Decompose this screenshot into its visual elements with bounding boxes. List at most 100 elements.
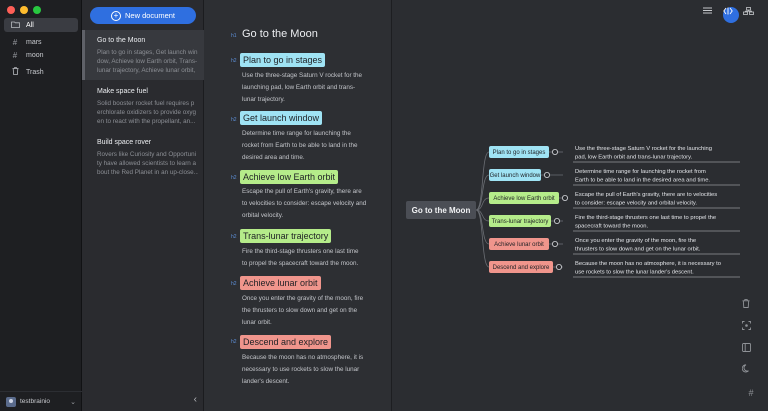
section-heading[interactable]: Get launch window [240, 111, 323, 125]
paragraph-line: lunar trajectory. [242, 96, 285, 103]
section-paragraph[interactable]: Fire the third-stage thrusters one last … [242, 246, 372, 270]
mind-map-node-label: Achieve lunar orbit [494, 242, 544, 248]
sidebar-item-moon[interactable]: # moon [4, 48, 78, 62]
sidebar-icon[interactable] [742, 343, 760, 361]
sidebar-item-label: mars [26, 38, 42, 46]
doc-card[interactable]: Make space fuel Solid booster rocket fue… [82, 88, 204, 134]
heading-level-tag: h2 [231, 234, 237, 240]
paragraph-line: Escape the pull of Earth's gravity, ther… [242, 188, 362, 195]
doc-card[interactable]: Build space rover Rovers like Curiosity … [82, 139, 204, 185]
mind-map-note-line: Earth to be able to land in the desired … [575, 178, 710, 184]
paragraph-line: Once you enter the gravity of the moon, … [242, 295, 364, 302]
hash-icon[interactable]: # [742, 384, 760, 402]
node-toggle-icon[interactable] [555, 263, 562, 270]
paragraph-line: the thrusters to slow down and get on th… [242, 307, 358, 314]
sidebar-item-label: moon [26, 51, 44, 59]
doc-preview-line: lunar trajectory, Achieve lunar orbit, [97, 67, 196, 74]
node-toggle-icon[interactable] [551, 240, 558, 247]
doc-title: Make space fuel [97, 88, 148, 95]
heading-level-tag: h2 [231, 281, 237, 287]
user-menu[interactable]: testbrainio ⌄ [0, 391, 82, 411]
window-controls [7, 6, 41, 14]
paragraph-line: Use the three-stage Saturn V rocket for … [242, 72, 363, 79]
mind-map-node-label: Plan to go in stages [493, 150, 546, 156]
doc-card[interactable]: Go to the Moon Plan to go in stages, Get… [82, 30, 204, 80]
mind-map-node-label: Trans-lunar trajectory [492, 219, 549, 225]
hash-icon: # [12, 37, 18, 47]
node-toggle-icon[interactable] [561, 194, 568, 201]
node-toggle-icon[interactable] [543, 171, 550, 178]
mind-map-note-line: pad, low Earth orbit and trans-lunar tra… [575, 155, 693, 161]
close-window-button[interactable] [7, 6, 15, 14]
section-paragraph[interactable]: Because the moon has no atmosphere, it i… [242, 352, 372, 388]
heading-level-tag: h2 [231, 339, 237, 345]
mind-map-note-line: Use the three-stage Saturn V rocket for … [575, 146, 712, 152]
section-heading[interactable]: Trans-lunar trajectory [240, 229, 332, 243]
section-paragraph[interactable]: Determine time range for launching the r… [242, 128, 372, 164]
mind-map-note-line: use rockets to slow the lunar lander's d… [575, 270, 694, 276]
trash-icon[interactable] [742, 299, 760, 317]
mind-map-note-line: Because the moon has no atmosphere, it i… [575, 261, 721, 267]
doc-preview-line: Rovers like Curiosity and Opportuni [97, 151, 197, 158]
mind-map-edge [475, 209, 490, 268]
section-heading[interactable]: Achieve low Earth orbit [240, 170, 339, 184]
sidebar-item-label: Trash [26, 68, 44, 76]
node-toggle-icon[interactable] [551, 148, 558, 155]
paragraph-line: lander's descent. [242, 378, 290, 385]
section-heading[interactable]: Descend and explore [240, 335, 332, 349]
focus-icon[interactable] [742, 321, 760, 339]
sidebar-item-trash[interactable]: Trash [4, 65, 78, 79]
paragraph-line: necessary to use rockets to slow the lun… [242, 366, 360, 373]
moon-icon[interactable] [742, 364, 760, 382]
paragraph-line: Fire the third-stage thrusters one last … [242, 248, 359, 255]
doc-preview-line: en to react with the propellant, an... [97, 118, 196, 125]
paragraph-line: launching pad, low Earth orbit and trans… [242, 84, 356, 91]
mind-map-note-line: Determine time range for launching the r… [575, 169, 706, 175]
hash-icon: # [12, 50, 18, 60]
section-paragraph[interactable]: Use the three-stage Saturn V rocket for … [242, 70, 372, 106]
node-toggle-icon[interactable] [553, 217, 560, 224]
paragraph-line: Determine time range for launching the [242, 130, 351, 137]
paragraph-line: rocket from Earth to be able to land in … [242, 142, 358, 149]
plus-icon: + [110, 10, 121, 21]
new-document-label: New document [124, 11, 176, 20]
collapse-sidebar-icon[interactable]: ‹ [194, 394, 197, 405]
heading-level-tag: h2 [231, 58, 237, 64]
trash-icon [10, 67, 20, 77]
heading-level-tag: h1 [231, 33, 237, 39]
new-document-button[interactable]: + New document [90, 7, 196, 24]
mind-map-note-line: Once you enter the gravity of the moon, … [575, 238, 696, 244]
mind-map-panel[interactable]: Plan to go in stages Use the three-stage … [392, 0, 768, 411]
paragraph-line: desired area and time. [242, 154, 305, 161]
doc-preview-line: ty have allowed scientists to learn a [97, 160, 197, 167]
minimize-window-button[interactable] [20, 6, 28, 14]
sidebar-item-label: All [26, 21, 34, 29]
paragraph-line: Because the moon has no atmosphere, it i… [242, 354, 364, 361]
paragraph-line: orbital velocity. [242, 212, 284, 219]
sidebar: All # mars # moon Trash testbrainio ⌄ [0, 0, 82, 411]
heading-level-tag: h2 [231, 175, 237, 181]
section-heading[interactable]: Plan to go in stages [240, 53, 326, 67]
doc-preview-line: Solid booster rocket fuel requires p [97, 100, 195, 107]
doc-title: Go to the Moon [97, 37, 146, 44]
document-title[interactable]: Go to the Moon [242, 28, 318, 40]
heading-level-tag: h2 [231, 117, 237, 123]
doc-preview-line: dow, Achieve low Earth orbit, Trans- [97, 58, 198, 65]
section-paragraph[interactable]: Escape the pull of Earth's gravity, ther… [242, 186, 372, 222]
mind-map-edge [475, 151, 490, 211]
section-paragraph[interactable]: Once you enter the gravity of the moon, … [242, 293, 372, 329]
mind-map-note-line: thrusters to slow down and get on the lu… [575, 247, 701, 253]
doc-preview-line: Plan to go in stages, Get launch win [97, 49, 198, 56]
maximize-window-button[interactable] [33, 6, 41, 14]
chevron-down-icon: ⌄ [70, 398, 76, 406]
mind-map-node-label: Achieve low Earth orbit [493, 196, 555, 202]
sidebar-item-mars[interactable]: # mars [4, 35, 78, 49]
mind-map-node-label: Get launch window [490, 173, 541, 179]
sidebar-item-all[interactable]: All [4, 18, 78, 32]
section-heading[interactable]: Achieve lunar orbit [240, 276, 321, 290]
mind-map-note-line: Escape the pull of Earth's gravity, ther… [575, 192, 717, 198]
mind-map-node-label: Descend and explore [493, 265, 550, 271]
mind-map-canvas[interactable]: Plan to go in stages Use the three-stage … [392, 0, 768, 411]
editor[interactable]: h1 Go to the Moon h2 Plan to go in stage… [204, 0, 392, 411]
folder-icon [10, 21, 20, 30]
